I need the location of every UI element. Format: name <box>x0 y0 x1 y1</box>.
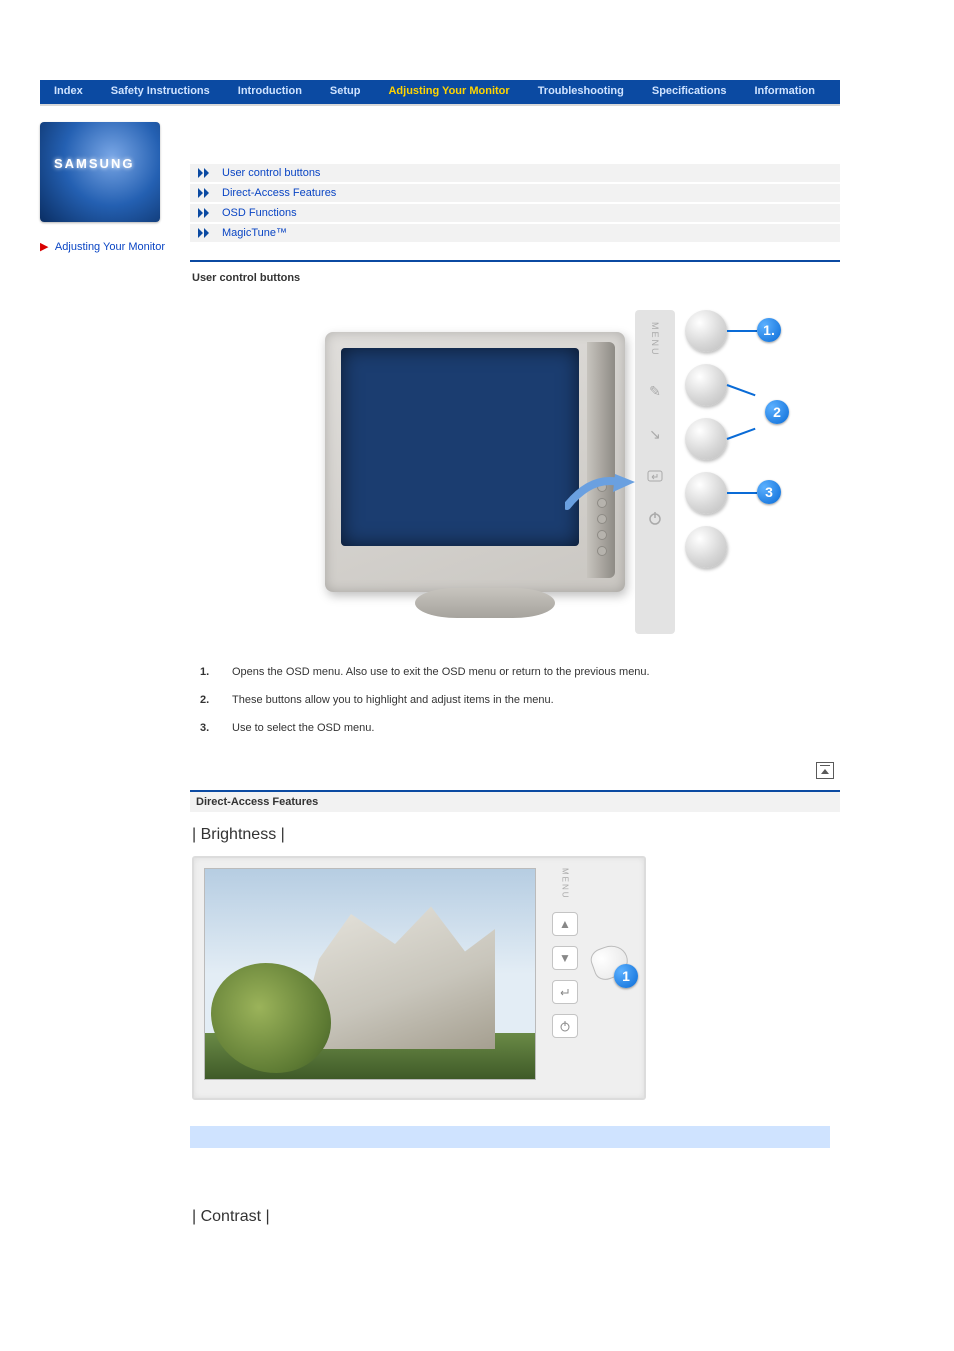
callout-line-2b <box>727 428 756 440</box>
link-label[interactable]: User control buttons <box>222 167 320 179</box>
adjust-up-icon: ✎ <box>649 383 661 400</box>
callout-1: 1. <box>757 318 781 342</box>
callout-line-3 <box>727 492 757 494</box>
link-osd-functions[interactable]: OSD Functions <box>190 204 840 222</box>
link-label[interactable]: OSD Functions <box>222 207 297 219</box>
crt-monitor <box>325 332 625 592</box>
hand-callout: 1 <box>592 946 642 992</box>
crt-stand <box>415 588 555 618</box>
up-button: ▲ <box>552 912 578 936</box>
physical-button-2a <box>685 364 727 406</box>
enter-button <box>552 980 578 1004</box>
desc-item-3: 3. Use to select the OSD menu. <box>200 714 840 742</box>
sidebar-current-label: Adjusting Your Monitor <box>55 241 165 253</box>
nav-information[interactable]: Information <box>740 80 829 104</box>
nav-troubleshooting[interactable]: Troubleshooting <box>524 80 638 104</box>
power-icon <box>648 511 662 528</box>
main-content: User control buttons Direct-Access Featu… <box>190 122 840 1238</box>
double-arrow-icon <box>198 168 216 178</box>
section-title-user-control: User control buttons <box>190 268 840 290</box>
callout-line-1 <box>727 330 757 332</box>
down-button: ▼ <box>552 946 578 970</box>
nav-safety[interactable]: Safety Instructions <box>97 80 224 104</box>
nav-adjusting[interactable]: Adjusting Your Monitor <box>374 80 523 104</box>
physical-button-1 <box>685 310 727 352</box>
callout-3: 3 <box>757 480 781 504</box>
link-label[interactable]: Direct-Access Features <box>222 187 336 199</box>
top-icon <box>816 762 834 779</box>
desc-item-2: 2. These buttons allow you to highlight … <box>200 686 840 714</box>
monitor-illustration: MENU ✎ ↘ 1. 2 <box>235 302 795 642</box>
callout-2: 2 <box>765 400 789 424</box>
brightness-heading: | Brightness | <box>192 826 840 844</box>
zoom-arrow-icon <box>565 472 635 512</box>
nav-setup[interactable]: Setup <box>316 80 375 104</box>
link-direct-access-features[interactable]: Direct-Access Features <box>190 184 840 202</box>
section-links: User control buttons Direct-Access Featu… <box>190 164 840 242</box>
back-to-top[interactable] <box>190 742 840 786</box>
top-nav: Index Safety Instructions Introduction S… <box>40 80 840 106</box>
desc-text: These buttons allow you to highlight and… <box>232 694 554 706</box>
power-button <box>552 1014 578 1038</box>
physical-button-power <box>685 526 727 568</box>
link-label[interactable]: MagicTune™ <box>222 227 287 239</box>
desc-item-1: 1. Opens the OSD menu. Also use to exit … <box>200 658 840 686</box>
sidebar-current-section[interactable]: ▶ Adjusting Your Monitor <box>40 240 180 253</box>
menu-label: MENU <box>650 322 660 357</box>
desc-num: 3. <box>200 722 232 734</box>
sidebar: SAMSUNG ▶ Adjusting Your Monitor <box>40 122 190 1238</box>
enter-icon <box>647 469 663 485</box>
contrast-heading: | Contrast | <box>192 1208 840 1226</box>
desc-num: 2. <box>200 694 232 706</box>
physical-buttons <box>685 310 727 568</box>
button-panel: MENU ✎ ↘ <box>635 310 675 634</box>
desc-num: 1. <box>200 666 232 678</box>
double-arrow-icon <box>198 188 216 198</box>
physical-button-3 <box>685 472 727 514</box>
sample-photo <box>204 868 536 1080</box>
feature-button-panel: MENU ▲ ▼ <box>546 868 584 1038</box>
nav-specifications[interactable]: Specifications <box>638 80 741 104</box>
decorative-bar <box>190 1126 830 1148</box>
divider <box>190 260 840 262</box>
brightness-illustration: MENU ▲ ▼ 1 <box>192 856 646 1100</box>
link-magictune[interactable]: MagicTune™ <box>190 224 840 242</box>
adjust-down-icon: ↘ <box>649 426 661 443</box>
button-descriptions: 1. Opens the OSD menu. Also use to exit … <box>200 658 840 742</box>
link-user-control-buttons[interactable]: User control buttons <box>190 164 840 182</box>
brand-image: SAMSUNG <box>40 122 160 222</box>
nav-introduction[interactable]: Introduction <box>224 80 316 104</box>
crt-screen <box>341 348 579 546</box>
double-arrow-icon <box>198 208 216 218</box>
nav-index[interactable]: Index <box>40 80 97 104</box>
callout-1: 1 <box>614 964 638 988</box>
menu-label: MENU <box>561 868 570 900</box>
callout-line-2a <box>727 384 756 396</box>
section-title-direct-access: Direct-Access Features <box>190 792 840 812</box>
desc-text: Opens the OSD menu. Also use to exit the… <box>232 666 650 678</box>
desc-text: Use to select the OSD menu. <box>232 722 374 734</box>
triangle-right-icon: ▶ <box>40 241 48 253</box>
double-arrow-icon <box>198 228 216 238</box>
physical-button-2b <box>685 418 727 460</box>
